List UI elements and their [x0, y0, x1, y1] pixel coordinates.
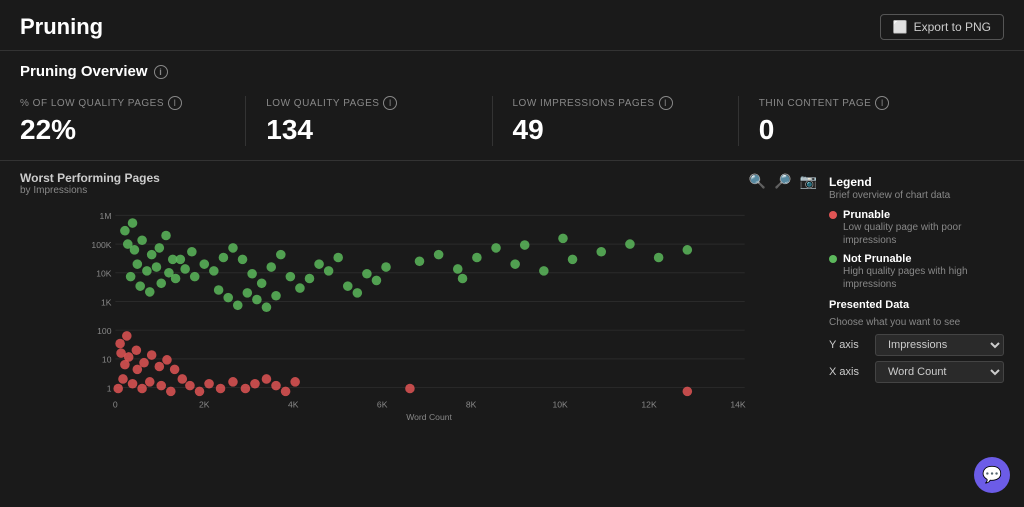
- y-axis-label: Y axis: [829, 339, 869, 351]
- zoom-out-button[interactable]: 🔎: [772, 171, 793, 192]
- legend-title: Legend: [829, 175, 1004, 189]
- metric-value-0: 22%: [20, 114, 225, 146]
- page-title: Pruning: [20, 14, 103, 40]
- prunable-desc: Low quality page with poor impressions: [843, 221, 1004, 247]
- chart-controls: 🔍 🔎 📷: [747, 171, 819, 192]
- scatter-plot: 1M 100K 10K 1K 100 10 1 0 2K 4K 6K: [20, 202, 819, 422]
- chart-section: Worst Performing Pages by Impressions 🔍 …: [0, 161, 1024, 432]
- zoom-in-button[interactable]: 🔍: [747, 171, 768, 192]
- prunable-label: Prunable: [843, 209, 1004, 221]
- download-chart-button[interactable]: 📷: [798, 171, 819, 192]
- svg-text:100K: 100K: [91, 240, 111, 250]
- legend-subtitle: Brief overview of chart data: [829, 190, 1004, 201]
- chart-subtitle: by Impressions: [20, 185, 160, 196]
- overview-info-icon[interactable]: i: [154, 65, 168, 79]
- x-axis-selector-row: X axis Word Count Page Length Links: [829, 361, 1004, 383]
- header: Pruning ⬜ Export to PNG: [0, 0, 1024, 51]
- overview-section-title: Pruning Overview i: [0, 51, 1024, 88]
- legend-item-prunable: Prunable Low quality page with poor impr…: [829, 209, 1004, 247]
- metric-label-1: LOW QUALITY PAGES i: [266, 96, 471, 110]
- svg-text:1M: 1M: [100, 211, 112, 221]
- presented-data-title: Presented Data: [829, 299, 1004, 311]
- svg-text:0: 0: [113, 400, 118, 410]
- metric-info-icon-3[interactable]: i: [875, 96, 889, 110]
- metric-info-icon-2[interactable]: i: [659, 96, 673, 110]
- svg-text:1K: 1K: [101, 297, 112, 307]
- metric-low-quality-pages: LOW QUALITY PAGES i 134: [266, 96, 492, 146]
- y-axis-selector-row: Y axis Impressions Clicks CTR: [829, 334, 1004, 356]
- svg-text:4K: 4K: [288, 400, 299, 410]
- chart-title: Worst Performing Pages: [20, 171, 160, 185]
- svg-text:8K: 8K: [466, 400, 477, 410]
- scatter-svg: 1M 100K 10K 1K 100 10 1 0 2K 4K 6K: [20, 202, 819, 422]
- svg-text:6K: 6K: [377, 400, 388, 410]
- svg-text:10K: 10K: [96, 269, 112, 279]
- legend-item-not-prunable: Not Prunable High quality pages with hig…: [829, 253, 1004, 291]
- metric-label-3: THIN CONTENT PAGE i: [759, 96, 964, 110]
- svg-text:2K: 2K: [199, 400, 210, 410]
- not-prunable-desc: High quality pages with high impressions: [843, 265, 1004, 291]
- prunable-dot: [829, 211, 837, 219]
- svg-text:10: 10: [102, 355, 112, 365]
- svg-text:Word Count: Word Count: [406, 412, 452, 422]
- presented-data-subtitle: Choose what you want to see: [829, 317, 1004, 328]
- metric-low-quality-pct: % OF LOW QUALITY PAGES i 22%: [20, 96, 246, 146]
- svg-text:100: 100: [97, 326, 112, 336]
- svg-text:1: 1: [107, 383, 112, 393]
- y-axis-select[interactable]: Impressions Clicks CTR: [875, 334, 1004, 356]
- not-prunable-label: Not Prunable: [843, 253, 1004, 265]
- metric-info-icon-1[interactable]: i: [383, 96, 397, 110]
- metric-label-2: LOW IMPRESSIONS PAGES i: [513, 96, 718, 110]
- legend-panel: Legend Brief overview of chart data Prun…: [829, 171, 1004, 422]
- metric-value-3: 0: [759, 114, 964, 146]
- not-prunable-dot: [829, 255, 837, 263]
- metric-low-impressions: LOW IMPRESSIONS PAGES i 49: [513, 96, 739, 146]
- svg-text:12K: 12K: [641, 400, 657, 410]
- metric-value-2: 49: [513, 114, 718, 146]
- metric-info-icon-0[interactable]: i: [168, 96, 182, 110]
- x-axis-select[interactable]: Word Count Page Length Links: [875, 361, 1004, 383]
- chat-bubble[interactable]: 💬: [974, 457, 1010, 493]
- export-button[interactable]: ⬜ Export to PNG: [880, 14, 1004, 40]
- svg-text:14K: 14K: [730, 400, 746, 410]
- metric-thin-content: THIN CONTENT PAGE i 0: [759, 96, 984, 146]
- svg-text:10K: 10K: [552, 400, 568, 410]
- chat-icon: 💬: [982, 465, 1002, 485]
- x-axis-label: X axis: [829, 366, 869, 378]
- export-icon: ⬜: [893, 20, 908, 34]
- metric-label-0: % OF LOW QUALITY PAGES i: [20, 96, 225, 110]
- scatter-chart-container: Worst Performing Pages by Impressions 🔍 …: [20, 171, 819, 422]
- metric-value-1: 134: [266, 114, 471, 146]
- export-label: Export to PNG: [914, 20, 991, 34]
- metrics-bar: % OF LOW QUALITY PAGES i 22% LOW QUALITY…: [0, 88, 1024, 161]
